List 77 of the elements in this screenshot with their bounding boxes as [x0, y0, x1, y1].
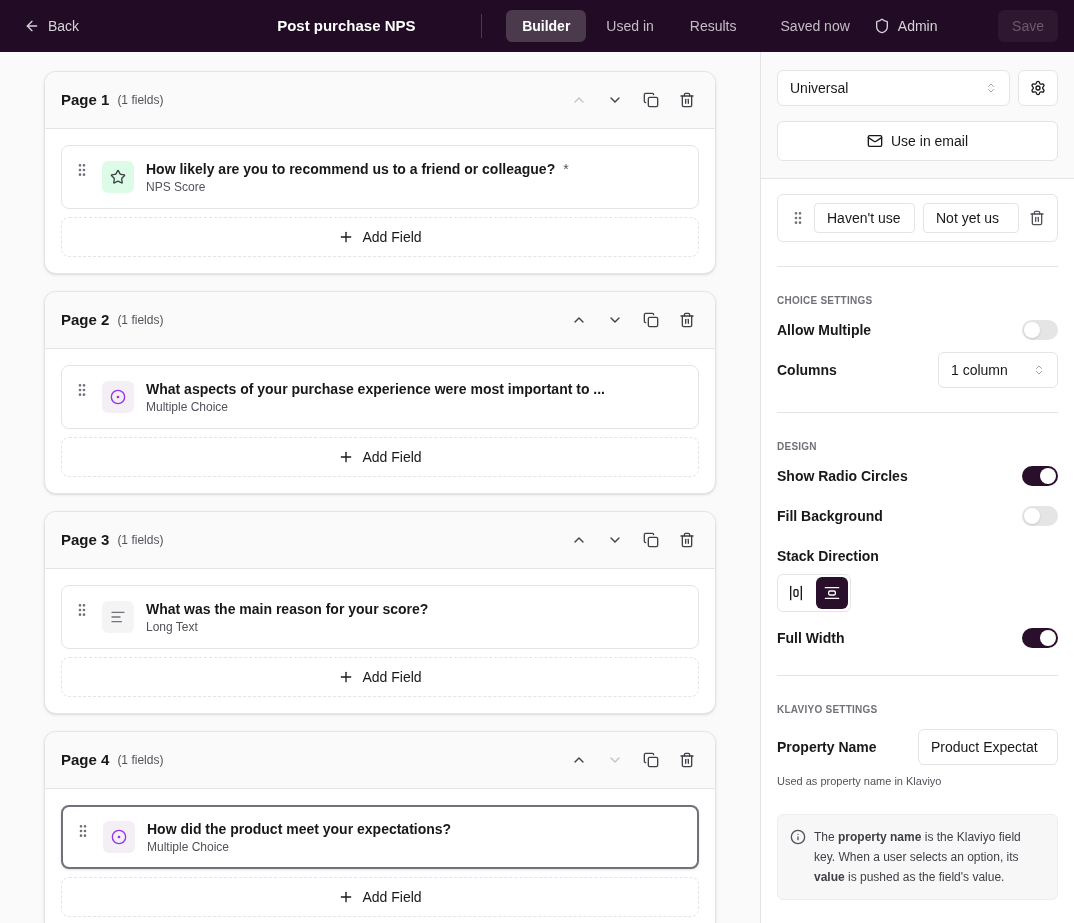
setting-label: Fill Background: [777, 507, 883, 526]
property-name-field[interactable]: Product Expectat: [918, 729, 1058, 765]
trash-icon: [679, 312, 695, 328]
horizontal-align-icon: [788, 585, 804, 601]
trash-icon: [679, 92, 695, 108]
field-type: Long Text: [146, 619, 199, 635]
info-icon: [790, 828, 806, 845]
option-label-field[interactable]: Haven't use: [814, 203, 915, 233]
section-heading: CHOICE SETTINGS: [777, 294, 874, 308]
copy-icon: [643, 312, 659, 328]
toggle-switch[interactable]: [1022, 320, 1058, 340]
info-text: The property name is the Klaviyo field key. When a user selects an option, its value is pushed as the field's value.: [814, 828, 1022, 886]
field-question: How likely are you to recommend us to a friend or colleague?: [146, 160, 556, 179]
delete-icon[interactable]: [1029, 210, 1045, 226]
field-count: (1 fields): [117, 312, 164, 328]
setting-label: Stack Direction: [777, 547, 880, 566]
hint-text: Used as property name in Klaviyo: [777, 774, 943, 789]
text-lines-icon: [110, 609, 126, 625]
field-count: (1 fields): [117, 92, 164, 108]
setting-label: Columns: [777, 361, 837, 380]
section-heading: KLAVIYO SETTINGS: [777, 703, 879, 717]
add-field-button[interactable]: Add Field: [61, 437, 699, 477]
survey-title: Post purchase NPS: [277, 16, 417, 37]
save-status: Saved now: [780, 17, 850, 36]
setting-label: Allow Multiple: [777, 321, 872, 340]
toggle-switch[interactable]: [1022, 506, 1058, 526]
use-in-email-button[interactable]: Use in email: [777, 121, 1058, 161]
field-question: What was the main reason for your score?: [146, 600, 429, 619]
field-type: Multiple Choice: [147, 839, 231, 855]
up-down-chevron-icon: [985, 82, 997, 94]
setting-label: Full Width: [777, 629, 845, 648]
nav-tab[interactable]: Used in: [590, 10, 670, 42]
add-field-button[interactable]: Add Field: [61, 217, 699, 257]
settings-icon: [1030, 80, 1046, 96]
field-question: What aspects of your purchase experience were most important to ...: [146, 380, 605, 399]
mail-icon: [867, 133, 883, 149]
section-heading: DESIGN: [777, 440, 818, 454]
radio-icon: [111, 829, 127, 845]
add-field-button[interactable]: Add Field: [61, 877, 699, 917]
field-card[interactable]: What aspects of your purchase experience were most important to ... Multiple Choice: [61, 365, 699, 429]
field-question: How did the product meet your expectations?: [147, 820, 452, 839]
star-icon: [110, 169, 126, 185]
settings-button[interactable]: [1018, 70, 1058, 106]
copy-icon: [643, 92, 659, 108]
copy-icon: [643, 752, 659, 768]
variant-select[interactable]: Universal: [777, 70, 1010, 106]
up-down-chevron-icon: [1033, 364, 1045, 376]
columns-select[interactable]: 1 column: [938, 352, 1058, 388]
admin-button[interactable]: Admin: [873, 16, 938, 36]
trash-icon: [679, 532, 695, 548]
back-button[interactable]: Back: [16, 12, 88, 40]
page-title: Page 4: [61, 749, 110, 770]
page-title: Page 3: [61, 529, 110, 550]
page-title: Page 1: [61, 89, 110, 110]
option-value-field[interactable]: Not yet us: [923, 203, 1019, 233]
field-count: (1 fields): [117, 532, 164, 548]
radio-icon: [110, 389, 126, 405]
add-field-button[interactable]: Add Field: [61, 657, 699, 697]
field-type: Multiple Choice: [146, 399, 230, 415]
trash-icon: [679, 752, 695, 768]
page-title: Page 2: [61, 309, 110, 330]
toggle-switch[interactable]: [1022, 466, 1058, 486]
field-card[interactable]: How likely are you to recommend us to a friend or colleague? * NPS Score: [61, 145, 699, 209]
field-count: (1 fields): [117, 752, 164, 768]
field-type: NPS Score: [146, 179, 207, 195]
required-mark: *: [563, 160, 569, 179]
nav-tab[interactable]: Builder: [506, 10, 587, 42]
field-card[interactable]: What was the main reason for your score? Long Text: [61, 585, 699, 649]
toggle-switch[interactable]: [1022, 628, 1058, 648]
setting-label: Show Radio Circles: [777, 467, 908, 486]
vertical-align-icon: [824, 585, 840, 601]
field-card[interactable]: How did the product meet your expectations? Multiple Choice: [61, 805, 699, 869]
nav-tab[interactable]: Results: [673, 10, 753, 42]
shield-icon: [873, 18, 890, 34]
copy-icon: [643, 532, 659, 548]
vertical-stack-button[interactable]: [816, 577, 848, 609]
setting-label: Property Name: [777, 738, 877, 757]
